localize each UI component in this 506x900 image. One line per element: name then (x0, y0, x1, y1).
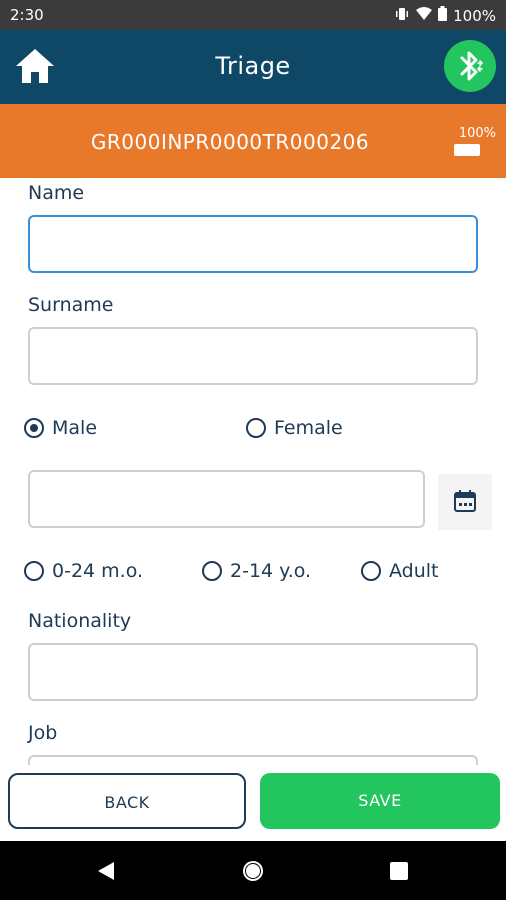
age-infant-radio[interactable] (24, 561, 44, 581)
calendar-icon (454, 490, 476, 512)
age-group-child-option[interactable]: 2-14 y.o. (202, 560, 311, 582)
bluetooth-button[interactable] (444, 40, 496, 92)
status-icons: 100% (394, 6, 496, 25)
triage-code: GR000INPR0000TR000206 (90, 130, 370, 154)
age-adult-label: Adult (389, 560, 439, 582)
nationality-input[interactable] (28, 643, 478, 701)
status-bar: 2:30 100% (0, 0, 506, 30)
wifi-icon (416, 6, 433, 25)
job-label: Job (28, 722, 58, 744)
action-bar: BACK SAVE (0, 765, 506, 841)
device-banner: GR000INPR0000TR000206 100% (0, 104, 506, 178)
battery-icon (438, 6, 448, 25)
gender-male-option[interactable]: Male (24, 417, 97, 439)
age-child-label: 2-14 y.o. (230, 560, 312, 582)
system-nav-bar (0, 841, 506, 900)
nav-back-icon[interactable] (96, 861, 116, 881)
male-radio[interactable] (24, 418, 44, 438)
female-radio[interactable] (246, 418, 266, 438)
app-bar: Triage (0, 30, 506, 104)
age-group-infant-option[interactable]: 0-24 m.o. (24, 560, 143, 582)
status-battery-text: 100% (453, 6, 496, 25)
name-input[interactable] (28, 215, 478, 273)
surname-label: Surname (28, 294, 114, 316)
save-button[interactable]: SAVE (260, 773, 500, 829)
age-group-adult-option[interactable]: Adult (361, 560, 439, 582)
gender-female-option[interactable]: Female (246, 417, 343, 439)
date-of-birth-input[interactable] (28, 470, 425, 528)
back-button[interactable]: BACK (8, 773, 246, 829)
device-battery-percent: 100% (458, 126, 496, 141)
age-adult-radio[interactable] (361, 561, 381, 581)
nav-home-icon[interactable] (242, 860, 264, 882)
nationality-label: Nationality (28, 610, 132, 632)
status-time: 2:30 (10, 6, 44, 24)
vibrate-icon (394, 7, 410, 25)
name-label: Name (28, 182, 85, 204)
bluetooth-icon (460, 51, 484, 81)
page-title: Triage (215, 52, 291, 80)
male-label: Male (52, 417, 98, 439)
nav-recents-icon[interactable] (390, 862, 408, 880)
female-label: Female (274, 417, 343, 439)
age-child-radio[interactable] (202, 561, 222, 581)
surname-input[interactable] (28, 327, 478, 385)
device-battery-icon (454, 144, 480, 156)
calendar-button[interactable] (438, 474, 492, 530)
age-infant-label: 0-24 m.o. (52, 560, 144, 582)
